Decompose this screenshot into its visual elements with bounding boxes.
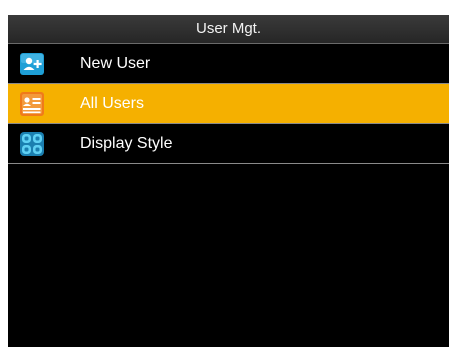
menu-item-all-users[interactable]: All Users [8, 84, 449, 124]
menu-item-label: All Users [80, 94, 145, 112]
menu-item-label: New User [80, 54, 151, 72]
display-style-icon [19, 131, 45, 157]
page: User Mgt. New User All Users Display Sty… [0, 0, 457, 347]
menu-item-display-style[interactable]: Display Style [8, 124, 449, 164]
device-screen: User Mgt. New User All Users Display Sty… [8, 15, 449, 347]
page-title: User Mgt. [8, 15, 449, 44]
user-list-icon [19, 91, 45, 117]
menu-item-label: Display Style [80, 134, 173, 152]
add-user-icon [19, 51, 45, 77]
menu-item-new-user[interactable]: New User [8, 44, 449, 84]
